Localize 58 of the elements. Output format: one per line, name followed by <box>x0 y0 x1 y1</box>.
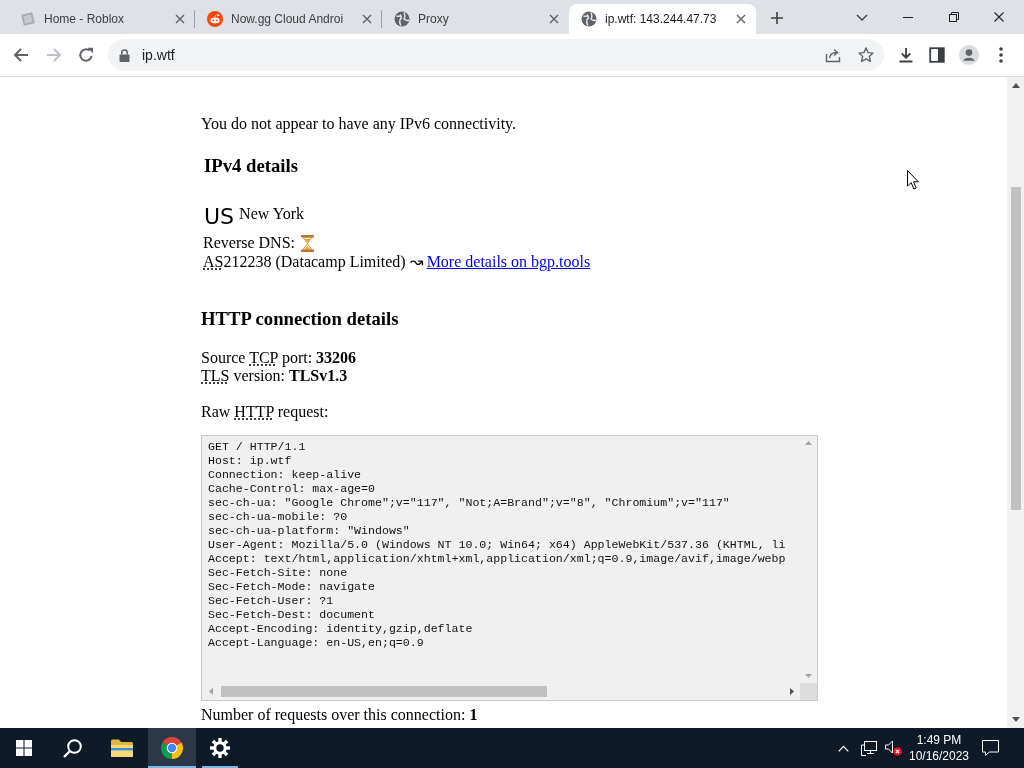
minimize-icon[interactable] <box>903 16 913 18</box>
browser-tab[interactable]: Home - Roblox <box>8 4 195 34</box>
muted-speaker-icon[interactable] <box>885 740 902 756</box>
scroll-up-arrow-icon[interactable] <box>1011 83 1020 88</box>
city-name-text: New York <box>239 205 304 223</box>
scrollbar-thumb[interactable] <box>1010 187 1021 510</box>
browser-tab[interactable]: Proxy <box>382 4 569 34</box>
folder-icon <box>111 739 133 757</box>
address-field[interactable]: ip.wtf <box>108 39 884 71</box>
star-icon[interactable] <box>858 47 874 63</box>
raw-request-label: Raw HTTP request: <box>201 403 329 421</box>
as-number-text: AS212238 (Datacamp Limited) ↝ <box>203 253 423 271</box>
chevron-up-icon[interactable] <box>838 744 849 752</box>
plus-icon[interactable] <box>771 12 783 24</box>
browser-tab[interactable]: Now.gg Cloud Androi <box>195 4 382 34</box>
search-icon[interactable] <box>62 738 82 758</box>
http-heading: HTTP connection details <box>201 308 399 330</box>
tilted-square-icon <box>20 11 36 27</box>
hourglass-icon <box>301 234 314 252</box>
back-arrow-icon[interactable] <box>13 47 29 63</box>
clock-button[interactable]: 1:49 PM 10/16/2023 <box>907 732 971 764</box>
chrome-icon <box>160 736 184 760</box>
reload-icon[interactable] <box>78 47 94 63</box>
notification-icon[interactable] <box>982 740 999 756</box>
scrollbar-thumb[interactable] <box>221 686 547 697</box>
ipv4-heading: IPv4 details <box>204 155 299 177</box>
close-icon[interactable] <box>994 12 1004 22</box>
reverse-dns-label: Reverse DNS: <box>203 234 295 252</box>
connection-detail-text: Source TCP port: 33206 <box>201 349 357 367</box>
mouse-pointer-icon <box>907 170 919 190</box>
connection-detail-text: TLS version: TLSv1.3 <box>201 367 348 385</box>
request-count-text: Number of requests over this connection: 1 <box>201 706 478 724</box>
page-scrollbar[interactable] <box>1007 77 1024 728</box>
scroll-right-arrow-icon[interactable] <box>789 688 794 695</box>
ipv6-message: You do not appear to have any IPv6 connectivity. <box>201 115 517 133</box>
raw-request-text: GET / HTTP/1.1 Host: ip.wtf Connection: keep-alive Cache-Control: max-age=0 sec-ch-ua: "Google Chrome";v="117", "Not;A=Brand";v="8", "Chromium";v="117" sec-ch-ua-mobile: ?0 sec-ch-ua-platform: "Windows" User-Agent: Mozilla/5.0 (Windows NT 10.0; Win64; x64) AppleWebKit/537.36 (KHTML, li Accept: text/html,application/xhtml+xml,application/xml;q=0.9,image/avif,image/webp Sec-Fetch-Site: none Sec-Fetch-Mode: navigate Sec-Fetch-User: ?1 Sec-Fetch-Dest: document Accept-Encoding: identity,gzip,deflate Accept-Language: en-US,en;q=0.9 <box>207 439 787 651</box>
bgp-tools-link[interactable]: More details on bgp.tools <box>426 253 591 271</box>
restore-icon[interactable] <box>949 12 959 22</box>
download-icon[interactable] <box>898 47 914 63</box>
request-text-area[interactable] <box>201 435 818 701</box>
profile-avatar-icon[interactable] <box>959 45 979 65</box>
scroll-down-arrow-icon[interactable] <box>1011 717 1020 722</box>
windows-logo-icon[interactable] <box>16 740 32 756</box>
alien-face-icon <box>207 11 223 27</box>
globe-icon <box>394 11 410 27</box>
lock-icon[interactable] <box>119 48 130 62</box>
scrollbar-corner <box>800 683 817 700</box>
gear-icon <box>210 738 230 758</box>
close-icon[interactable] <box>736 14 746 24</box>
network-icon[interactable] <box>861 740 877 756</box>
share-icon[interactable] <box>825 47 841 63</box>
browser-tab[interactable]: ip.wtf: 143.244.47.73 <box>569 4 756 34</box>
globe-icon <box>581 11 597 27</box>
country-code-text: US <box>204 203 235 231</box>
more-menu-icon[interactable] <box>999 47 1003 63</box>
side-panel-icon[interactable] <box>929 47 945 63</box>
taskbar-app-button[interactable] <box>148 728 196 768</box>
chevron-down-icon[interactable] <box>856 13 868 21</box>
